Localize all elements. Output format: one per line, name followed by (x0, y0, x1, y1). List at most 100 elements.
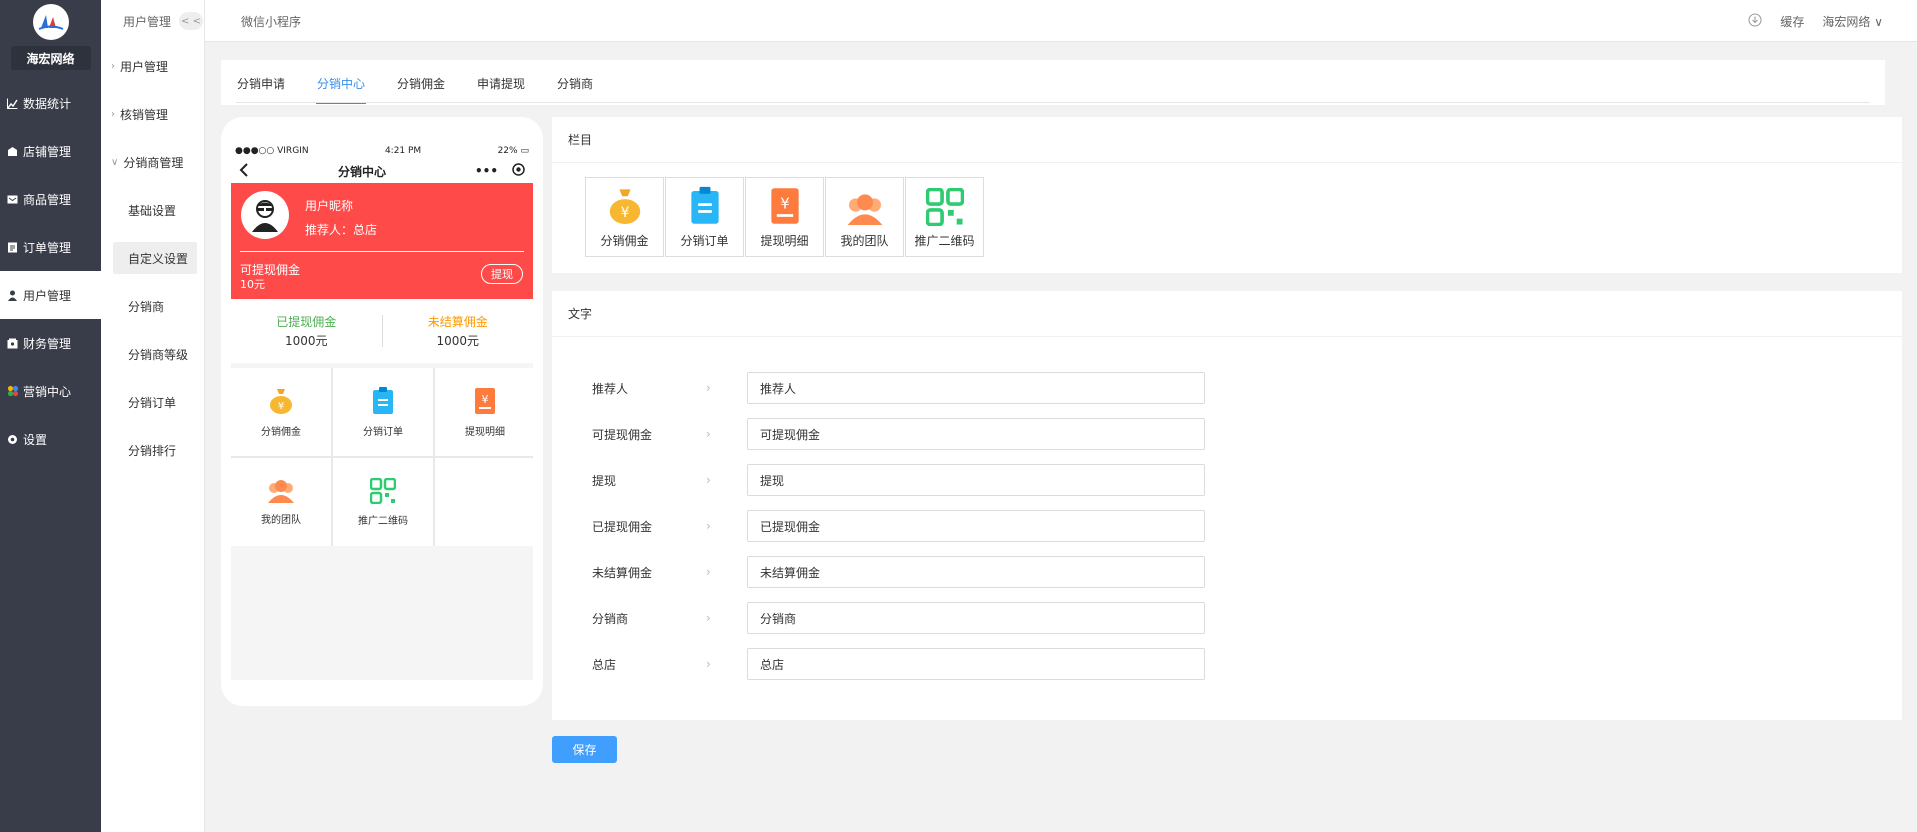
capsule-menu[interactable]: ••• (475, 163, 525, 179)
sidebar-item-store[interactable]: 店铺管理 (0, 127, 101, 175)
team-icon (847, 194, 882, 225)
form-row-distributor: 分销商 › (592, 595, 1205, 641)
sidebar-item-label: 店铺管理 (23, 144, 72, 159)
form-row-withdraw: 提现 › (592, 457, 1205, 503)
grid-item-commission[interactable]: ¥ 分销佣金 (231, 368, 331, 456)
team-icon (268, 479, 294, 503)
user-icon (7, 290, 18, 301)
subnav-group-user[interactable]: › 用户管理 (101, 42, 204, 90)
unsettled-input[interactable] (747, 556, 1205, 588)
subnav-item-orders[interactable]: 分销订单 (101, 378, 204, 426)
collapse-button[interactable]: < < (179, 12, 204, 30)
text-panel: 文字 推荐人 › 可提现佣金 › 提现 › 已提现佣金 › 未结算佣金 › 分销商 › 总店… (552, 291, 1902, 720)
withdraw-input[interactable] (747, 464, 1205, 496)
sidebar-item-label: 设置 (23, 432, 48, 447)
subnav-group-verify[interactable]: › 核销管理 (101, 90, 204, 138)
chevron-right-icon: › (706, 565, 711, 579)
tab-bar: 分销申请 分销中心 分销佣金 申请提现 分销商 (221, 60, 1885, 105)
sidebar-item-label: 用户管理 (23, 288, 72, 303)
grid-item-withdraw-detail[interactable]: ¥ 提现明细 (435, 368, 533, 456)
more-icon[interactable]: ••• (475, 164, 498, 178)
money-bag-icon: ¥ (270, 388, 292, 414)
withdrawable-input[interactable] (747, 418, 1205, 450)
commission-stats: 已提现佣金 1000元 未结算佣金 1000元 (231, 299, 533, 363)
clipboard-icon (373, 386, 393, 414)
stat-value: 1000元 (284, 334, 328, 348)
grid-item-qrcode[interactable]: 推广二维码 (333, 458, 433, 546)
chevron-right-icon: › (706, 657, 711, 671)
breadcrumb[interactable]: 微信小程序 (241, 13, 301, 30)
subnav-item-distributor[interactable]: 分销商 (101, 282, 204, 330)
column-item-qrcode[interactable]: 推广二维码 (905, 177, 984, 257)
tab-distributor[interactable]: 分销商 (557, 75, 593, 92)
bill-icon: ¥ (475, 387, 495, 414)
column-item-orders[interactable]: 分销订单 (665, 177, 744, 257)
brand-name: 海宏网络 (10, 46, 91, 70)
brand-logo (32, 4, 69, 40)
tab-apply[interactable]: 分销申请 (237, 75, 285, 92)
sidebar-item-stats[interactable]: 数据统计 (0, 79, 101, 127)
column-item-label: 分销佣金 (600, 234, 649, 248)
sidebar-item-user[interactable]: 用户管理 (0, 271, 101, 319)
subnav-item-level[interactable]: 分销商等级 (101, 330, 204, 378)
sidebar-item-goods[interactable]: 商品管理 (0, 175, 101, 223)
sidebar-menu: 数据统计 店铺管理 商品管理 订单管理 用户管理 财务管理 营销中心 设置 (0, 79, 101, 463)
subnav-item-basic[interactable]: 基础设置 (101, 186, 204, 234)
withdrawn-input[interactable] (747, 510, 1205, 542)
withdraw-button[interactable]: 提现 (481, 264, 523, 284)
download-icon[interactable] (1748, 13, 1762, 30)
column-item-team[interactable]: 我的团队 (825, 177, 904, 257)
subnav-item-custom[interactable]: 自定义设置 (113, 242, 197, 274)
chevron-right-icon: › (706, 427, 711, 441)
form-row-headstore: 总店 › (592, 641, 1205, 687)
tab-center[interactable]: 分销中心 (315, 75, 367, 104)
svg-text:¥: ¥ (278, 401, 284, 412)
stat-value: 1000元 (436, 334, 480, 348)
sidebar-item-label: 数据统计 (23, 96, 72, 111)
headstore-input[interactable] (747, 648, 1205, 680)
sidebar-item-label: 营销中心 (23, 384, 72, 399)
phone-title: 分销中心 (337, 164, 386, 179)
avatar (241, 191, 289, 239)
sidebar-item-marketing[interactable]: 营销中心 (0, 367, 101, 415)
stat-label: 已提现佣金 (276, 315, 337, 329)
sidebar-item-settings[interactable]: 设置 (0, 415, 101, 463)
chevron-right-icon: › (706, 519, 711, 533)
referrer-input[interactable] (747, 372, 1205, 404)
phone-screen: ●●●○○ VIRGIN 4:21 PM 22% ▭ 分销中心 ••• 用户昵称… (231, 143, 533, 680)
qrcode-icon (370, 477, 396, 504)
subnav-item-ranking[interactable]: 分销排行 (101, 426, 204, 474)
sidebar-item-label: 财务管理 (23, 336, 72, 351)
chevron-right-icon: › (111, 108, 115, 120)
cache-button[interactable]: 缓存 (1780, 13, 1804, 30)
user-menu[interactable]: 海宏网络 ∨ (1822, 13, 1883, 30)
carrier: ●●●○○ VIRGIN (235, 146, 309, 156)
column-item-commission[interactable]: ¥ 分销佣金 (585, 177, 664, 257)
referrer: 推荐人：总店 (305, 223, 378, 237)
top-bar: 微信小程序 缓存 海宏网络 ∨ (205, 0, 1917, 42)
bill-icon: ¥ (770, 188, 799, 224)
settings-icon (7, 434, 18, 445)
withdrawable-value: 10元 (240, 278, 265, 291)
grid-item-orders[interactable]: 分销订单 (333, 368, 433, 456)
form-row-unsettled: 未结算佣金 › (592, 549, 1205, 595)
close-circle-icon[interactable] (512, 163, 525, 179)
back-icon[interactable] (239, 162, 249, 180)
store-icon (7, 146, 18, 157)
subnav-group-distributor[interactable]: ∨ 分销商管理 (101, 138, 204, 186)
column-item-withdraw-detail[interactable]: ¥ 提现明细 (745, 177, 824, 257)
sub-sidebar-header: 用户管理 < < (101, 0, 204, 42)
tab-withdraw[interactable]: 申请提现 (477, 75, 525, 92)
logo-icon (38, 15, 63, 30)
sidebar-item-order[interactable]: 订单管理 (0, 223, 101, 271)
stat-unsettled: 未结算佣金 1000元 (383, 313, 534, 349)
grid-item-team[interactable]: 我的团队 (231, 458, 331, 546)
nickname: 用户昵称 (305, 199, 354, 213)
save-button[interactable]: 保存 (552, 736, 617, 763)
tab-commission[interactable]: 分销佣金 (397, 75, 445, 92)
phone-nav-bar: 分销中心 ••• (231, 159, 533, 183)
sidebar-item-finance[interactable]: 财务管理 (0, 319, 101, 367)
text-form: 推荐人 › 可提现佣金 › 提现 › 已提现佣金 › 未结算佣金 › 分销商 › 总店 › (592, 365, 1205, 687)
distributor-input[interactable] (747, 602, 1205, 634)
chevron-right-icon: › (706, 473, 711, 487)
